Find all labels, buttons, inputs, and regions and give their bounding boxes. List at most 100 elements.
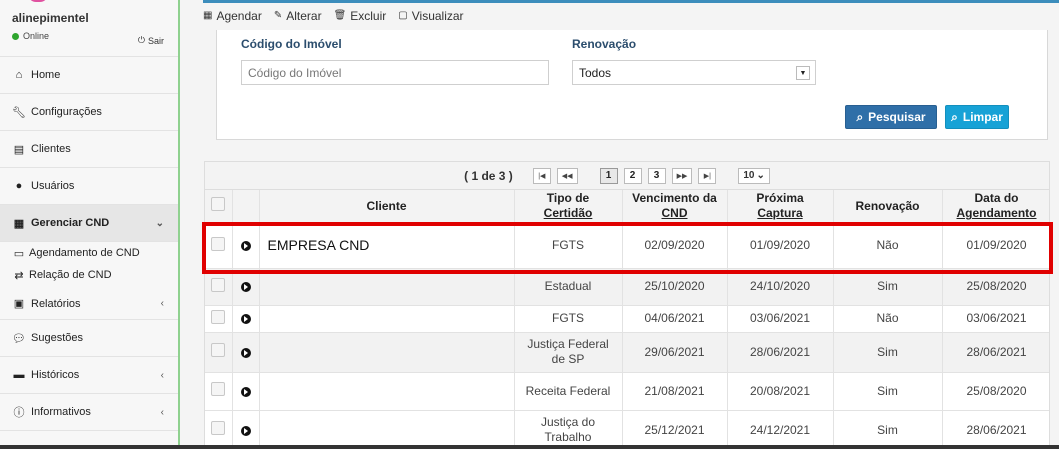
scheduled-date-cell: 01/09/2020 — [942, 223, 1049, 269]
view-button[interactable]: ▢ Visualizar — [398, 9, 463, 23]
due-date-cell: 29/06/2021 — [622, 332, 728, 373]
calendar-outline-icon: ▭ — [13, 247, 25, 260]
play-circle-icon[interactable] — [240, 425, 251, 436]
sidebar-subitem-label: Agendamento de CND — [29, 247, 140, 259]
header-line: Tipo de — [546, 191, 590, 206]
chevron-left-icon: ‹ — [160, 298, 164, 309]
row-checkbox[interactable] — [211, 382, 226, 396]
chevron-left-icon: ‹ — [160, 369, 164, 381]
schedule-button[interactable]: ▦ Agendar — [203, 9, 262, 23]
client-cell: EMPRESA CND — [259, 223, 515, 269]
sidebar-item-usuarios[interactable]: ● Usuários — [0, 168, 178, 205]
page-size-value: 10 — [743, 170, 755, 181]
column-header-next-capture[interactable]: Próxima Captura — [727, 190, 834, 224]
home-icon: ⌂ — [15, 69, 23, 81]
filter-panel: Código do Imóvel Renovação Todos ▼ ⌕ Pes… — [216, 30, 1048, 140]
table-row[interactable]: Receita Federal 21/08/2021 20/08/2021 Si… — [205, 372, 1049, 411]
scheduled-date-cell: 25/08/2020 — [942, 268, 1049, 306]
column-header-due-date[interactable]: Vencimento da CND — [622, 190, 728, 224]
renewal-label: Renovação — [572, 37, 637, 51]
cell-line: Justiça do — [540, 415, 596, 429]
edit-label: Alterar — [286, 8, 322, 23]
row-checkbox[interactable] — [211, 309, 226, 324]
play-circle-icon[interactable] — [240, 314, 251, 324]
sidebar-item-relatorios[interactable]: ▣ Relatórios ‹ — [0, 288, 178, 320]
row-checkbox[interactable] — [211, 343, 226, 357]
row-checkbox[interactable] — [211, 236, 226, 251]
calendar-icon: ▦ — [203, 10, 213, 21]
sidebar-item-label: Clientes — [31, 143, 71, 155]
search-button[interactable]: ⌕ Pesquisar — [845, 105, 937, 129]
due-date-cell: 21/08/2021 — [622, 372, 728, 411]
sidebar-item-home[interactable]: ⌂ Home — [0, 57, 178, 94]
caret-down-icon: ▼ — [796, 66, 810, 80]
play-circle-icon[interactable] — [240, 282, 251, 292]
play-circle-icon[interactable] — [240, 386, 251, 397]
cell-line: Trabalho — [544, 430, 592, 444]
sidebar: alinepimentel Online ⏻ Sair ⌂ Home 🔧︎ Co… — [0, 0, 180, 449]
table-row[interactable]: Justiça Federal de SP 29/06/2021 28/06/20… — [205, 332, 1049, 373]
column-header-certificate-type[interactable]: Tipo de Certidão — [514, 190, 623, 224]
sidebar-item-sugestoes[interactable]: 💬︎ Sugestões — [0, 320, 178, 357]
table-row[interactable]: Justiça do Trabalho 25/12/2021 24/12/2021… — [205, 410, 1049, 448]
clear-button-label: Limpar — [962, 110, 1003, 124]
table-row[interactable]: Estadual 25/10/2020 24/10/2020 Sim 25/08… — [205, 268, 1049, 306]
sidebar-item-gerenciar-cnd[interactable]: ▦ Gerenciar CND ⌄ — [0, 205, 178, 242]
view-label: Visualizar — [411, 8, 464, 23]
select-all-checkbox[interactable] — [211, 197, 226, 212]
property-code-input[interactable] — [241, 60, 549, 85]
sidebar-item-label: Usuários — [31, 180, 75, 192]
row-checkbox[interactable] — [211, 421, 226, 435]
sidebar-item-historicos[interactable]: ▬ Históricos ‹ — [0, 357, 178, 394]
cell-line: FGTS — [552, 238, 584, 252]
page-size-select[interactable]: 10 ⌄ — [738, 167, 770, 184]
sidebar-item-label: Gerenciar CND — [31, 217, 110, 229]
table-row[interactable]: FGTS 04/06/2021 03/06/2021 Não 03/06/202… — [205, 305, 1049, 333]
cell-line: Receita Federal — [525, 383, 611, 398]
renewal-cell: Sim — [833, 268, 943, 306]
header-line: Próxima — [756, 191, 804, 206]
renewal-select[interactable]: Todos ▼ — [572, 60, 816, 85]
renewal-selected-value: Todos — [579, 65, 612, 80]
sidebar-item-informativos[interactable]: ⓘ Informativos ‹ — [0, 394, 178, 431]
column-header-renewal[interactable]: Renovação — [833, 190, 943, 224]
table-row[interactable]: EMPRESA CND FGTS 02/09/2020 01/09/2020 N… — [205, 223, 1049, 269]
page-3-button[interactable]: 3 — [647, 167, 666, 184]
row-action-cell — [232, 332, 260, 373]
column-header-client[interactable]: Cliente — [259, 190, 515, 224]
select-all-cell — [205, 190, 233, 224]
page-2-button[interactable]: 2 — [623, 167, 642, 184]
renewal-cell: Sim — [833, 410, 943, 448]
logout-button[interactable]: ⏻ Sair — [138, 35, 164, 46]
sidebar-item-clientes[interactable]: ▤ Clientes — [0, 131, 178, 168]
sidebar-subitem-agendamento[interactable]: ▭ Agendamento de CND — [0, 242, 178, 264]
play-circle-icon[interactable] — [240, 347, 251, 358]
prev-page-button[interactable]: ◀◀ — [556, 167, 578, 184]
sidebar-item-label: Históricos — [31, 369, 80, 381]
first-page-button[interactable]: |◀ — [532, 167, 551, 184]
header-line: Data do — [974, 191, 1019, 206]
page-1-button[interactable]: 1 — [599, 167, 618, 184]
last-page-button[interactable]: ▶| — [698, 167, 717, 184]
clipboard-icon: ▤ — [13, 143, 25, 156]
sidebar-subitem-relacao[interactable]: ⇄ Relação de CND — [0, 264, 178, 286]
schedule-label: Agendar — [216, 8, 262, 23]
comments-icon: 💬︎ — [12, 332, 26, 345]
cell-line: Justiça Federal — [527, 337, 609, 351]
sidebar-item-configuracoes[interactable]: 🔧︎ Configurações — [0, 94, 178, 131]
column-header-scheduled-date[interactable]: Data do Agendamento — [942, 190, 1049, 224]
row-select-cell — [205, 268, 233, 306]
avatar — [28, 0, 48, 2]
toolbar: ▦ Agendar ✎ Alterar 🗑︎ Excluir ▢ Visuali… — [203, 0, 1059, 28]
due-date-cell: 25/12/2021 — [622, 410, 728, 448]
row-checkbox[interactable] — [211, 277, 226, 292]
delete-button[interactable]: 🗑︎ Excluir — [334, 9, 387, 23]
clear-button[interactable]: ⌕ Limpar — [945, 105, 1009, 129]
sidebar-item-label: Configurações — [31, 106, 102, 118]
next-page-button[interactable]: ▶▶ — [671, 167, 693, 184]
row-action-cell — [232, 223, 260, 269]
search-button-label: Pesquisar — [868, 110, 926, 124]
cell-line: FGTS — [552, 311, 584, 325]
play-circle-icon[interactable] — [240, 241, 251, 251]
edit-button[interactable]: ✎ Alterar — [274, 9, 322, 23]
